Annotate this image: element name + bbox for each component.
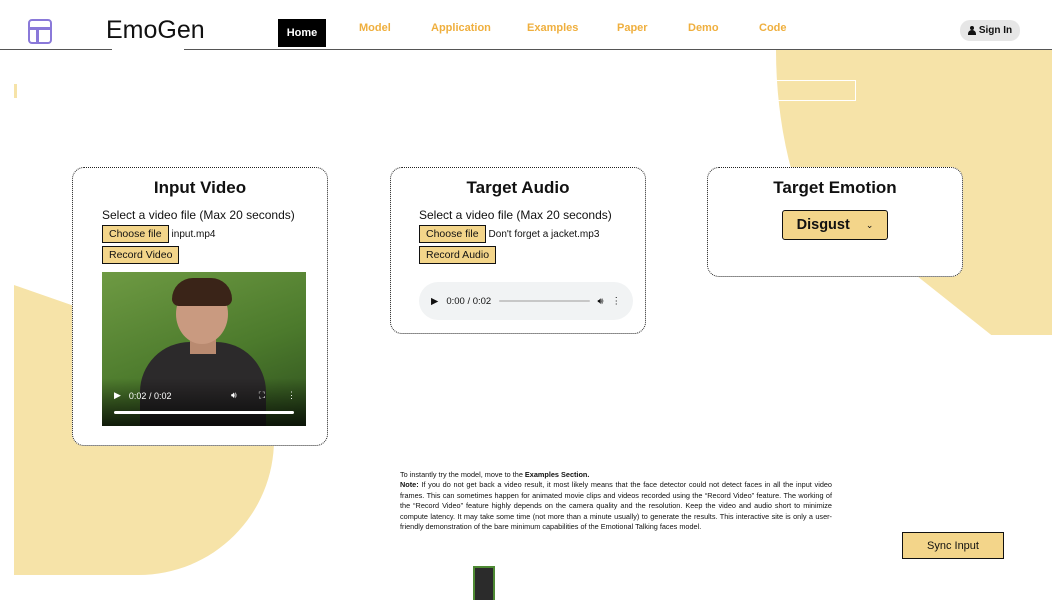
nav-underline-gap xyxy=(112,49,184,51)
nav-paper[interactable]: Paper xyxy=(617,22,648,34)
nav-application[interactable]: Application xyxy=(431,22,491,34)
chevron-down-icon: ⌄ xyxy=(865,219,874,230)
top-navbar: EmoGen Home Model Application Examples P… xyxy=(0,0,1052,50)
note-body: If you do not get back a video result, i… xyxy=(400,480,832,532)
nav-demo[interactable]: Demo xyxy=(688,22,719,34)
layout-icon[interactable] xyxy=(28,19,52,44)
audio-progress-bar[interactable] xyxy=(499,300,590,302)
nav-model[interactable]: Model xyxy=(359,22,391,34)
record-video-button[interactable]: Record Video xyxy=(102,246,180,264)
target-audio-card: Target Audio Select a video file (Max 20… xyxy=(390,167,646,334)
more-options-icon[interactable]: ⋮ xyxy=(612,296,622,307)
sign-in-label: Sign In xyxy=(978,25,1013,36)
audio-player[interactable]: ▶ 0:00 / 0:02 🔊︎ ⋮ xyxy=(419,282,633,320)
sync-input-button[interactable]: Sync Input xyxy=(902,532,1004,559)
input-video-file-row: Choose file input.mp4 xyxy=(102,224,327,243)
nav-code[interactable]: Code xyxy=(759,22,787,34)
emotion-selected-value: Disgust xyxy=(796,217,850,233)
sign-in-button[interactable]: Sign In xyxy=(960,20,1020,41)
audio-file-name: Don't forget a jacket.mp3 xyxy=(488,229,600,240)
more-options-icon[interactable]: ⋮ xyxy=(287,390,296,401)
user-icon xyxy=(967,26,976,35)
choose-video-file-button[interactable]: Choose file xyxy=(102,225,169,243)
target-audio-title: Target Audio xyxy=(466,178,570,197)
choose-audio-file-button[interactable]: Choose file xyxy=(419,225,486,243)
video-progress-bar[interactable] xyxy=(114,411,294,414)
input-video-title: Input Video xyxy=(153,178,247,197)
play-icon[interactable]: ▶ xyxy=(431,296,438,307)
nav-home[interactable]: Home xyxy=(278,19,326,47)
target-audio-hint: Select a video file (Max 20 seconds) xyxy=(419,208,612,222)
audio-time: 0:00 / 0:02 xyxy=(446,295,492,307)
input-video-hint: Select a video file (Max 20 seconds) xyxy=(102,208,295,222)
video-subject-hair xyxy=(172,278,232,306)
target-emotion-card: Target Emotion Disgust ⌄ xyxy=(707,167,963,277)
note-label: Note: xyxy=(400,480,419,490)
volume-icon[interactable]: 🔊︎ xyxy=(598,296,604,307)
usage-note: To instantly try the model, move to the … xyxy=(400,470,832,532)
note-intro: To instantly try the model, move to the xyxy=(400,470,525,479)
decorative-outline-box xyxy=(776,80,856,101)
result-video-thumbnail xyxy=(473,566,495,600)
input-video-player[interactable]: ▶ 0:02 / 0:02 🔊︎ ⛶ ⋮ xyxy=(102,272,306,426)
play-icon[interactable]: ▶ xyxy=(114,390,121,401)
video-controls: ▶ 0:02 / 0:02 🔊︎ ⛶ ⋮ xyxy=(102,378,306,426)
record-audio-button[interactable]: Record Audio xyxy=(419,246,497,264)
decorative-mark-left xyxy=(14,84,17,98)
brand-name[interactable]: EmoGen xyxy=(106,16,205,45)
emotion-select[interactable]: Disgust ⌄ xyxy=(782,210,888,240)
examples-section-link[interactable]: Examples Section. xyxy=(525,470,589,479)
fullscreen-icon[interactable]: ⛶ xyxy=(259,390,265,401)
video-file-name: input.mp4 xyxy=(171,229,216,240)
video-time: 0:02 / 0:02 xyxy=(128,390,172,401)
target-audio-file-row: Choose file Don't forget a jacket.mp3 xyxy=(419,224,645,243)
nav-examples[interactable]: Examples xyxy=(527,22,578,34)
volume-icon[interactable]: 🔊︎ xyxy=(231,390,237,401)
input-video-card: Input Video Select a video file (Max 20 … xyxy=(72,167,328,446)
target-emotion-title: Target Emotion xyxy=(773,178,897,197)
